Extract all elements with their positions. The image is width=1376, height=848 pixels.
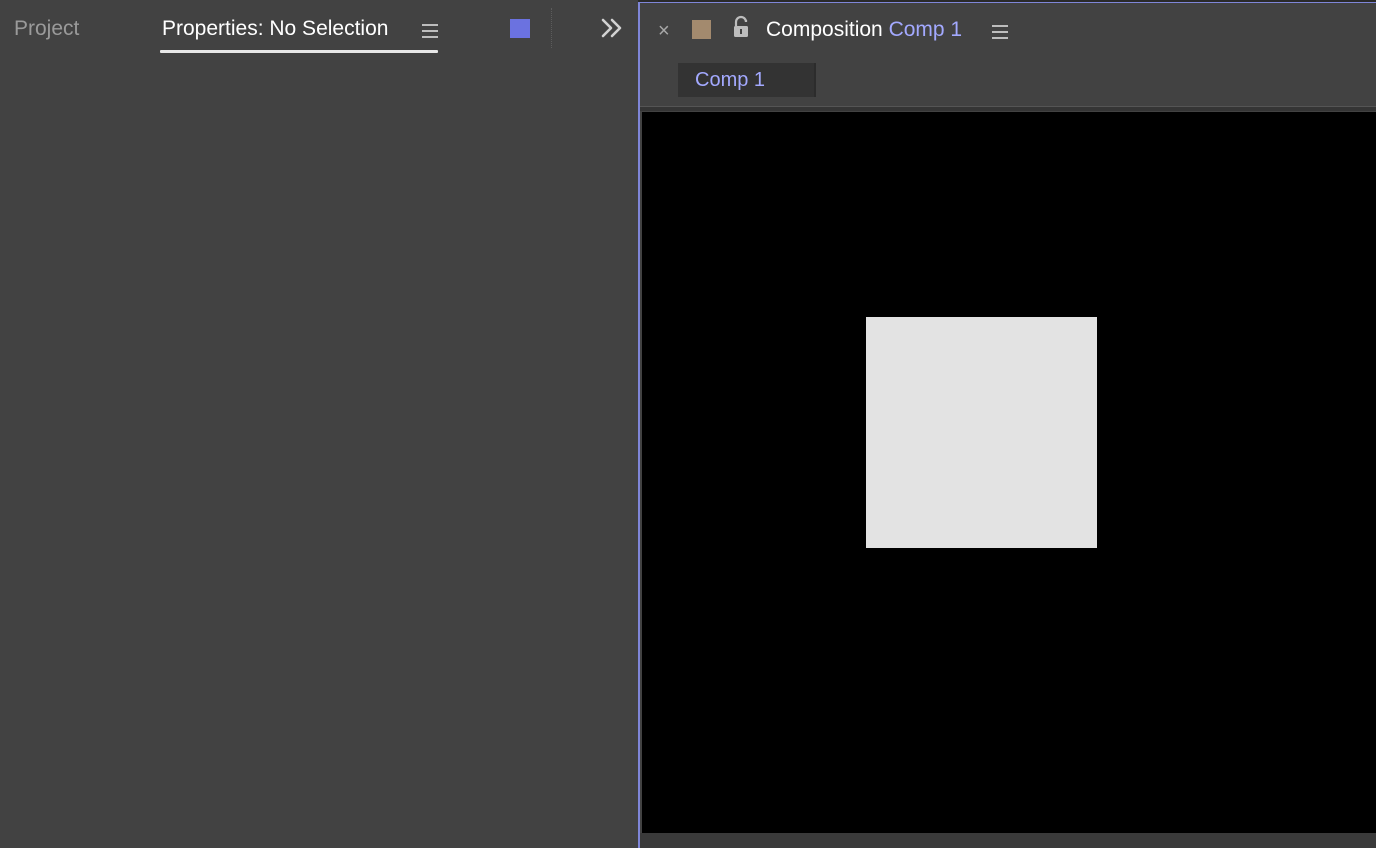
solid-layer[interactable]: [866, 317, 1097, 548]
active-tab-indicator: [160, 50, 438, 53]
panel-divider: [551, 8, 553, 48]
left-panel-group: Project Properties: No Selection: [0, 0, 638, 848]
panel-title-label: Composition: [766, 18, 883, 41]
left-panel-tabbar: Project Properties: No Selection: [0, 0, 638, 58]
double-chevron-right-icon[interactable]: [600, 16, 624, 40]
tab-comp-1[interactable]: Comp 1: [678, 63, 816, 97]
unlocked-padlock-icon[interactable]: [731, 15, 751, 39]
panel-title: Composition Comp 1: [766, 15, 962, 45]
tab-project[interactable]: Project: [14, 14, 79, 44]
viewer-separator: [640, 106, 1376, 111]
viewer-bottom-bar: [640, 833, 1376, 848]
close-icon[interactable]: ×: [658, 20, 670, 42]
composition-panel: × Composition Comp 1 Comp 1: [638, 2, 1376, 848]
composition-viewer[interactable]: [642, 112, 1376, 833]
hamburger-menu-icon[interactable]: [992, 25, 1008, 39]
after-effects-workspace: Project Properties: No Selection × Compo…: [0, 0, 1376, 848]
hamburger-menu-icon[interactable]: [422, 24, 438, 38]
label-color-swatch[interactable]: [692, 20, 711, 39]
panel-title-comp-name: Comp 1: [888, 18, 963, 41]
tab-properties[interactable]: Properties: No Selection: [162, 14, 388, 44]
label-color-swatch[interactable]: [510, 19, 530, 38]
